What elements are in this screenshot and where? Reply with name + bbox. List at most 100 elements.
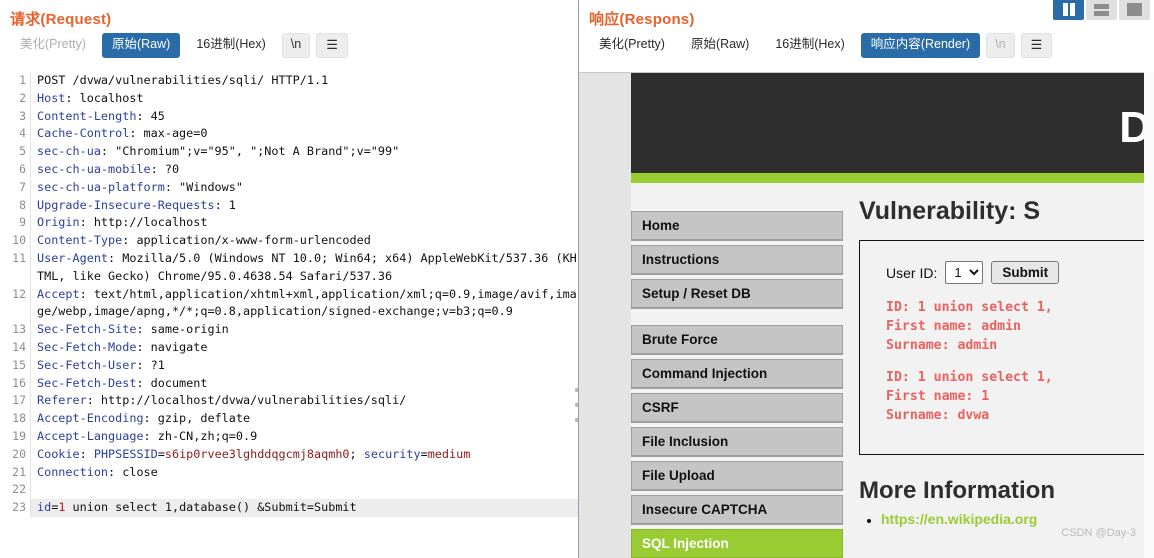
- external-link[interactable]: https://en.wikipedia.org: [881, 511, 1037, 527]
- request-tab-hex[interactable]: 16进制(Hex): [186, 33, 275, 58]
- user-id-label: User ID:: [886, 264, 938, 281]
- line-number: 3: [19, 108, 26, 123]
- sidebar-item-insecure-captcha[interactable]: Insecure CAPTCHA: [631, 495, 843, 525]
- user-id-select[interactable]: 12345: [945, 261, 984, 284]
- layout-split-vertical-button[interactable]: [1053, 0, 1084, 20]
- more-information-list: https://en.wikipedia.org: [859, 511, 1144, 527]
- request-line: Referer: http://localhost/dvwa/vulnerabi…: [37, 393, 407, 408]
- request-line: sec-ch-ua: "Chromium";v="95", ";Not A Br…: [37, 144, 400, 159]
- sqli-result-record: ID: 1 union select 1, First name: admin Su…: [886, 298, 1144, 355]
- line-number: 12: [12, 286, 26, 301]
- request-line: Content-Length: 45: [37, 108, 165, 123]
- request-tab-pretty[interactable]: 美化(Pretty): [10, 33, 96, 58]
- response-tab-raw[interactable]: 原始(Raw): [681, 33, 759, 58]
- request-menu-icon[interactable]: ☰: [316, 33, 348, 58]
- request-line: Cache-Control: max-age=0: [37, 126, 208, 141]
- response-tab-pretty[interactable]: 美化(Pretty): [589, 33, 675, 58]
- more-information-title: More Information: [859, 477, 1055, 504]
- sidebar-item-home[interactable]: Home: [631, 211, 843, 241]
- sqli-result-box: User ID: 12345 Submit ID: 1 union select…: [859, 240, 1144, 455]
- request-body-text[interactable]: POST /dvwa/vulnerabilities/sqli/ HTTP/1.…: [31, 72, 578, 517]
- request-line: Origin: http://localhost: [37, 215, 208, 230]
- dvwa-header-banner: D: [631, 73, 1144, 173]
- user-id-form: User ID: 12345 Submit: [886, 261, 1144, 284]
- response-menu-icon[interactable]: ☰: [1020, 33, 1053, 58]
- csdn-watermark: CSDN @Day-3: [1061, 527, 1136, 539]
- dvwa-page: D Home Instructions Setup / Reset DB Brute …: [631, 73, 1144, 558]
- line-number: 14: [12, 339, 26, 354]
- sidebar-item-command-injection[interactable]: Command Injection: [631, 359, 843, 389]
- line-number: 19: [12, 428, 26, 443]
- line-number: 10: [12, 233, 26, 248]
- response-tab-hex[interactable]: 16进制(Hex): [765, 33, 854, 58]
- sqli-result-line: ID: 1 union select 1,: [886, 300, 1053, 315]
- request-line: sec-ch-ua-mobile: ?0: [37, 161, 180, 176]
- line-number: 2: [19, 90, 26, 105]
- sidebar-item-file-upload[interactable]: File Upload: [631, 461, 843, 491]
- request-tab-raw[interactable]: 原始(Raw): [101, 33, 181, 58]
- request-line: Sec-Fetch-Site: same-origin: [37, 322, 229, 337]
- line-number: 16: [12, 375, 26, 390]
- response-tab-newline[interactable]: \n: [986, 33, 1015, 58]
- line-number: 20: [12, 446, 26, 461]
- line-number: 11: [12, 250, 26, 265]
- response-tabrow: 美化(Pretty) 原始(Raw) 16进制(Hex) 响应内容(Render…: [579, 33, 1154, 64]
- sqli-result-line: First name: 1: [886, 389, 990, 404]
- sqli-results: ID: 1 union select 1, First name: admin Su…: [886, 298, 1144, 425]
- line-number: 23: [12, 500, 26, 515]
- layout-toggle-group: [1053, 0, 1150, 20]
- request-line: Accept-Language: zh-CN,zh;q=0.9: [37, 428, 258, 443]
- request-line: Connection: close: [37, 464, 158, 479]
- nav-group-separator: [631, 313, 843, 325]
- sidebar-item-instructions[interactable]: Instructions: [631, 245, 843, 275]
- line-number: 13: [12, 322, 26, 337]
- request-line: User-Agent: Mozilla/5.0 (Windows NT 10.0…: [37, 250, 577, 283]
- request-code-area[interactable]: 1234567891011111212131415161718192021222…: [0, 72, 578, 558]
- request-line: Upgrade-Insecure-Requests: 1: [37, 197, 236, 212]
- line-number: 15: [12, 357, 26, 372]
- request-line-numbers: 1234567891011111212131415161718192021222…: [0, 72, 31, 517]
- sidebar-item-sql-injection[interactable]: SQL Injection: [631, 529, 843, 558]
- line-number: 7: [19, 179, 26, 194]
- request-line: Accept: text/html,application/xhtml+xml,…: [37, 286, 577, 319]
- request-line: Sec-Fetch-Dest: document: [37, 375, 208, 390]
- dvwa-main-content: Vulnerability: S User ID: 12345 Submit I…: [859, 197, 1144, 527]
- sidebar-item-brute-force[interactable]: Brute Force: [631, 325, 843, 355]
- request-line: Sec-Fetch-Mode: navigate: [37, 339, 208, 354]
- layout-split-horizontal-button[interactable]: [1086, 0, 1117, 20]
- list-item: https://en.wikipedia.org: [881, 511, 1144, 527]
- dvwa-green-accent-bar: [631, 173, 1144, 183]
- sqli-result-record: ID: 1 union select 1, First name: 1 Surnam…: [886, 368, 1144, 425]
- sqli-result-line: Surname: admin: [886, 338, 998, 353]
- submit-button[interactable]: Submit: [991, 261, 1060, 284]
- request-line: POST /dvwa/vulnerabilities/sqli/ HTTP/1.…: [37, 73, 329, 87]
- sqli-result-line: Surname: dvwa: [886, 408, 990, 423]
- line-number: 1: [19, 73, 26, 87]
- request-line: Accept-Encoding: gzip, deflate: [37, 411, 251, 426]
- sidebar-item-csrf[interactable]: CSRF: [631, 393, 843, 423]
- line-number: 22: [12, 482, 26, 497]
- dvwa-logo: D: [1119, 103, 1144, 153]
- line-number: 21: [12, 464, 26, 479]
- sidebar-item-file-inclusion[interactable]: File Inclusion: [631, 427, 843, 457]
- request-panel-title: 请求(Request): [10, 11, 112, 28]
- response-tab-render[interactable]: 响应内容(Render): [860, 33, 981, 58]
- render-viewport: D Home Instructions Setup / Reset DB Brute …: [579, 72, 1144, 558]
- response-right-edge-strip: [1144, 72, 1154, 558]
- line-number: 8: [19, 197, 26, 212]
- page-title: Vulnerability: S: [859, 197, 1041, 225]
- request-line: Content-Type: application/x-www-form-url…: [37, 233, 371, 248]
- burp-repeater-window: 请求(Request) 美化(Pretty) 原始(Raw) 16进制(Hex)…: [0, 0, 1154, 558]
- line-number: 6: [19, 161, 26, 176]
- layout-single-pane-button[interactable]: [1119, 0, 1150, 20]
- sidebar-item-setup-reset-db[interactable]: Setup / Reset DB: [631, 279, 843, 309]
- line-number: 5: [19, 144, 26, 159]
- line-number: 4: [19, 126, 26, 141]
- response-panel: 响应(Respons) 美化(Pretty) 原始(Raw) 16进制(Hex)…: [579, 0, 1154, 558]
- request-line: [31, 481, 578, 499]
- request-tab-newline[interactable]: \n: [281, 33, 311, 58]
- sqli-result-line: First name: admin: [886, 319, 1021, 334]
- line-number: 9: [19, 215, 26, 230]
- sqli-result-line: ID: 1 union select 1,: [886, 370, 1053, 385]
- request-tabrow: 美化(Pretty) 原始(Raw) 16进制(Hex) \n ☰: [0, 33, 578, 64]
